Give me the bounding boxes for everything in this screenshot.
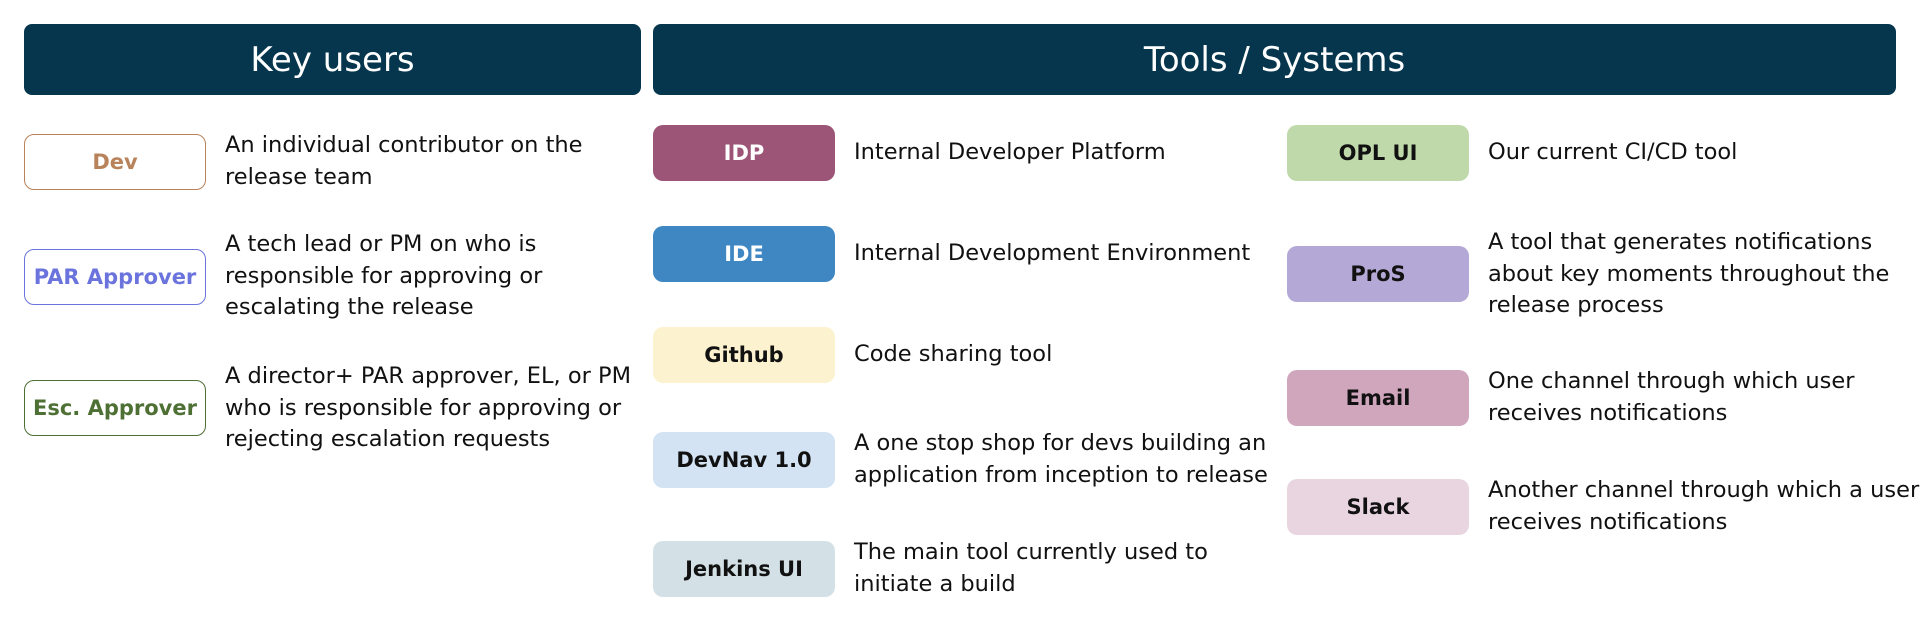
tool-description: Our current CI/CD tool [1488,139,1738,165]
user-label: PAR Approver [33,265,197,289]
user-pill-dev: Dev [24,134,206,190]
key-users-header: Key users [24,24,641,95]
user-description: A tech lead or PM on who is responsible … [225,231,543,320]
tool-label: Jenkins UI [685,557,803,581]
tool-pill-pros: ProS [1287,246,1469,302]
tool-pill-github: Github [653,327,835,383]
tool-label: OPL UI [1338,141,1418,165]
tool-pill-email: Email [1287,370,1469,426]
tool-description: The main tool currently used to initiate… [854,539,1208,597]
tool-description: Another channel through which a user rec… [1488,477,1920,535]
tool-label: IDP [723,141,765,165]
user-label: Dev [92,150,138,174]
user-description: A director+ PAR approver, EL, or PM who … [225,363,631,452]
tool-pill-idp: IDP [653,125,835,181]
user-pill-par-approver: PAR Approver [24,249,206,305]
tools-systems-header: Tools / Systems [653,24,1896,95]
tool-pill-jenkins-ui: Jenkins UI [653,541,835,597]
user-pill-esc-approver: Esc. Approver [24,380,206,436]
tool-pill-devnav: DevNav 1.0 [653,432,835,488]
tool-description: A one stop shop for devs building an app… [854,430,1268,488]
tool-pill-slack: Slack [1287,479,1469,535]
user-description: An individual contributor on the release… [225,132,583,190]
tool-description: Internal Development Environment [854,240,1251,266]
tool-label: ProS [1350,262,1406,286]
tool-label: Slack [1346,495,1410,519]
tool-description: Code sharing tool [854,341,1053,367]
tool-label: IDE [724,242,764,266]
tool-label: Email [1345,386,1411,410]
tool-label: Github [704,343,784,367]
tool-description: Internal Developer Platform [854,139,1166,165]
tool-description: A tool that generates notifications abou… [1488,229,1890,318]
tool-label: DevNav 1.0 [676,448,812,472]
tool-pill-opl-ui: OPL UI [1287,125,1469,181]
tools-systems-title: Tools / Systems [1143,39,1406,80]
tool-description: One channel through which user receives … [1488,368,1855,426]
tool-pill-ide: IDE [653,226,835,282]
key-users-title: Key users [250,39,415,80]
user-label: Esc. Approver [33,396,197,420]
